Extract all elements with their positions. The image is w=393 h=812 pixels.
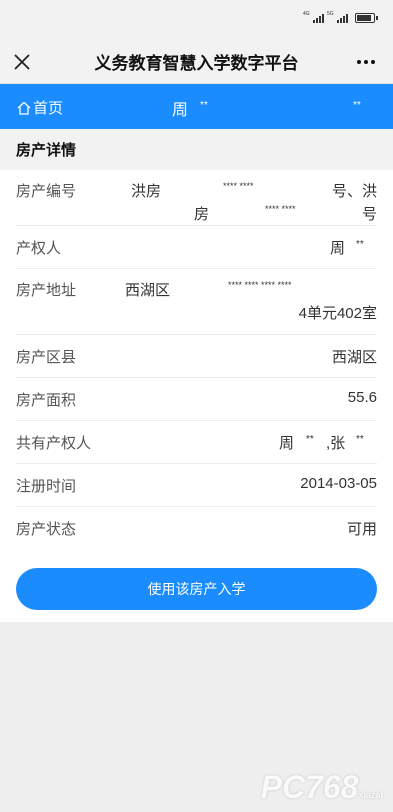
co-owner-name: ,张 <box>326 435 346 452</box>
status-value: 可用 <box>346 521 377 538</box>
watermark-text: PC768 <box>260 769 359 805</box>
address-label: 房产地址 <box>16 282 77 299</box>
close-icon <box>14 54 30 70</box>
area-value: 55.6 <box>347 389 377 406</box>
status-label: 房产状态 <box>16 521 77 538</box>
district-label: 房产区县 <box>16 349 77 366</box>
app-title: 义务教育智慧入学数字平台 <box>94 54 299 73</box>
battery-icon <box>355 13 378 23</box>
property-code-mask: **** **** <box>265 204 296 214</box>
title-bar: 义务教育智慧入学数字平台 <box>0 40 393 84</box>
reg-date-value: 2014-03-05 <box>300 475 377 492</box>
co-owner-label: 共有产权人 <box>16 435 92 452</box>
area-label: 房产面积 <box>16 392 77 409</box>
signal-tag: 4G <box>303 11 310 17</box>
property-code-part: 房 <box>194 206 210 223</box>
co-owner-row: 共有产权人 周 ** ,张 ** <box>16 421 377 464</box>
signal-tag: 5G <box>327 11 334 17</box>
status-row: 房产状态 可用 <box>16 507 377 550</box>
user-name: 周 <box>172 102 189 119</box>
status-icons: 4G 5G <box>303 11 378 23</box>
address-unit: 4单元402室 <box>298 305 377 322</box>
home-link[interactable]: 首页 <box>16 97 63 118</box>
reg-date-label: 注册时间 <box>16 478 77 495</box>
property-code-part: 号 <box>361 206 377 223</box>
signal-icon: 5G <box>327 11 348 23</box>
district-value: 西湖区 <box>331 349 377 366</box>
property-code-part: 号、洪 <box>331 183 377 200</box>
property-code-part: 洪房 <box>131 183 162 200</box>
owner-row: 产权人 周 ** <box>16 226 377 269</box>
owner-name: 周 <box>330 240 346 257</box>
more-button[interactable] <box>353 50 379 74</box>
property-detail-card: 房产编号 洪房 **** **** 号、洪 房 **** **** 号 产权人 … <box>0 170 393 550</box>
action-area: 使用该房产入学 <box>0 550 393 622</box>
home-label: 首页 <box>33 100 64 117</box>
home-icon <box>17 101 31 115</box>
co-owner-mask: ** <box>356 434 364 445</box>
address-district: 西湖区 <box>125 282 171 299</box>
address-mask: **** **** **** **** <box>228 280 292 290</box>
watermark-logo: PC768xiazai <box>261 769 383 806</box>
property-code-mask: **** **** <box>223 181 254 191</box>
area-row: 房产面积 55.6 <box>16 378 377 421</box>
owner-mask: ** <box>356 239 364 250</box>
owner-label: 产权人 <box>16 240 62 257</box>
enroll-button[interactable]: 使用该房产入学 <box>16 568 377 610</box>
address-row: 房产地址 西湖区 **** **** **** **** 4单元402室 <box>16 269 377 335</box>
nav-bar: 首页 周 ** ** <box>0 84 393 129</box>
co-owner-name: 周 <box>279 435 295 452</box>
status-bar: 4G 5G <box>0 0 393 40</box>
user-mask: ** <box>353 100 361 111</box>
co-owner-mask: ** <box>306 434 314 445</box>
section-title: 房产详情 <box>0 129 393 170</box>
more-icon <box>357 60 361 64</box>
property-code-row: 房产编号 洪房 **** **** 号、洪 房 **** **** 号 <box>16 170 377 226</box>
user-mask: ** <box>200 100 208 111</box>
district-row: 房产区县 西湖区 <box>16 335 377 378</box>
watermark-sub: xiazai <box>358 790 383 800</box>
signal-icon: 4G <box>303 11 324 23</box>
close-button[interactable] <box>10 50 34 74</box>
property-code-label: 房产编号 <box>16 183 77 200</box>
reg-date-row: 注册时间 2014-03-05 <box>16 464 377 507</box>
